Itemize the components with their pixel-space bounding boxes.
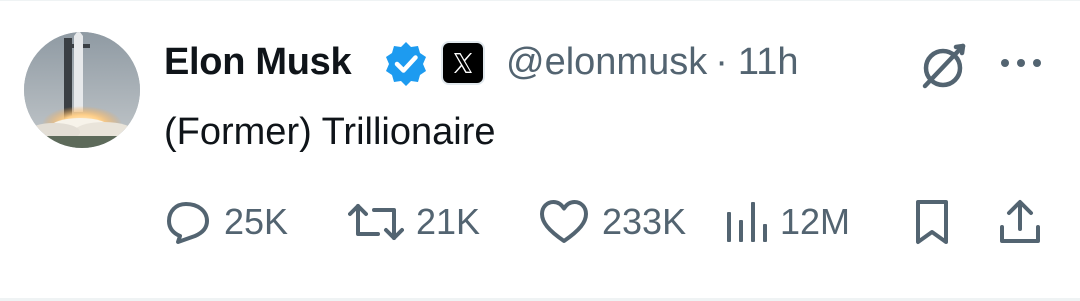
repost-count: 21K [416, 201, 481, 242]
verified-badge-icon[interactable] [382, 40, 430, 88]
bookmark-icon [916, 200, 948, 244]
tweet-text: (Former) Trillionaire [164, 111, 496, 153]
timestamp[interactable]: 11h [738, 41, 799, 83]
share-button[interactable] [996, 196, 1044, 248]
affiliate-badge[interactable] [443, 43, 483, 83]
heart-icon [540, 200, 588, 243]
like-count: 233K [602, 201, 687, 242]
views-chart-icon [727, 202, 767, 242]
reply-count: 25K [224, 201, 289, 242]
rocket-launch-image [24, 32, 140, 148]
top-divider [0, 0, 1080, 1]
handle-and-time: @elonmusk · 11h [506, 38, 798, 86]
repost-icon [348, 204, 404, 240]
repost-button[interactable]: 21K [348, 196, 480, 248]
share-icon [1000, 200, 1040, 243]
more-options-icon[interactable] [995, 48, 1047, 78]
author-name[interactable]: Elon Musk [164, 38, 352, 86]
grok-icon[interactable] [915, 38, 971, 94]
bookmark-button[interactable] [910, 196, 954, 248]
like-button[interactable]: 233K [538, 196, 686, 248]
separator-dot: · [715, 41, 728, 83]
action-bar: 25K 21K 233K 12M [0, 196, 1080, 248]
views-count: 12M [780, 201, 851, 242]
author-handle[interactable]: @elonmusk [506, 41, 707, 83]
x-logo-icon [454, 53, 472, 73]
avatar[interactable] [24, 32, 140, 148]
reply-button[interactable]: 25K [164, 196, 288, 248]
reply-icon [167, 202, 209, 244]
views-button[interactable]: 12M [724, 196, 850, 248]
